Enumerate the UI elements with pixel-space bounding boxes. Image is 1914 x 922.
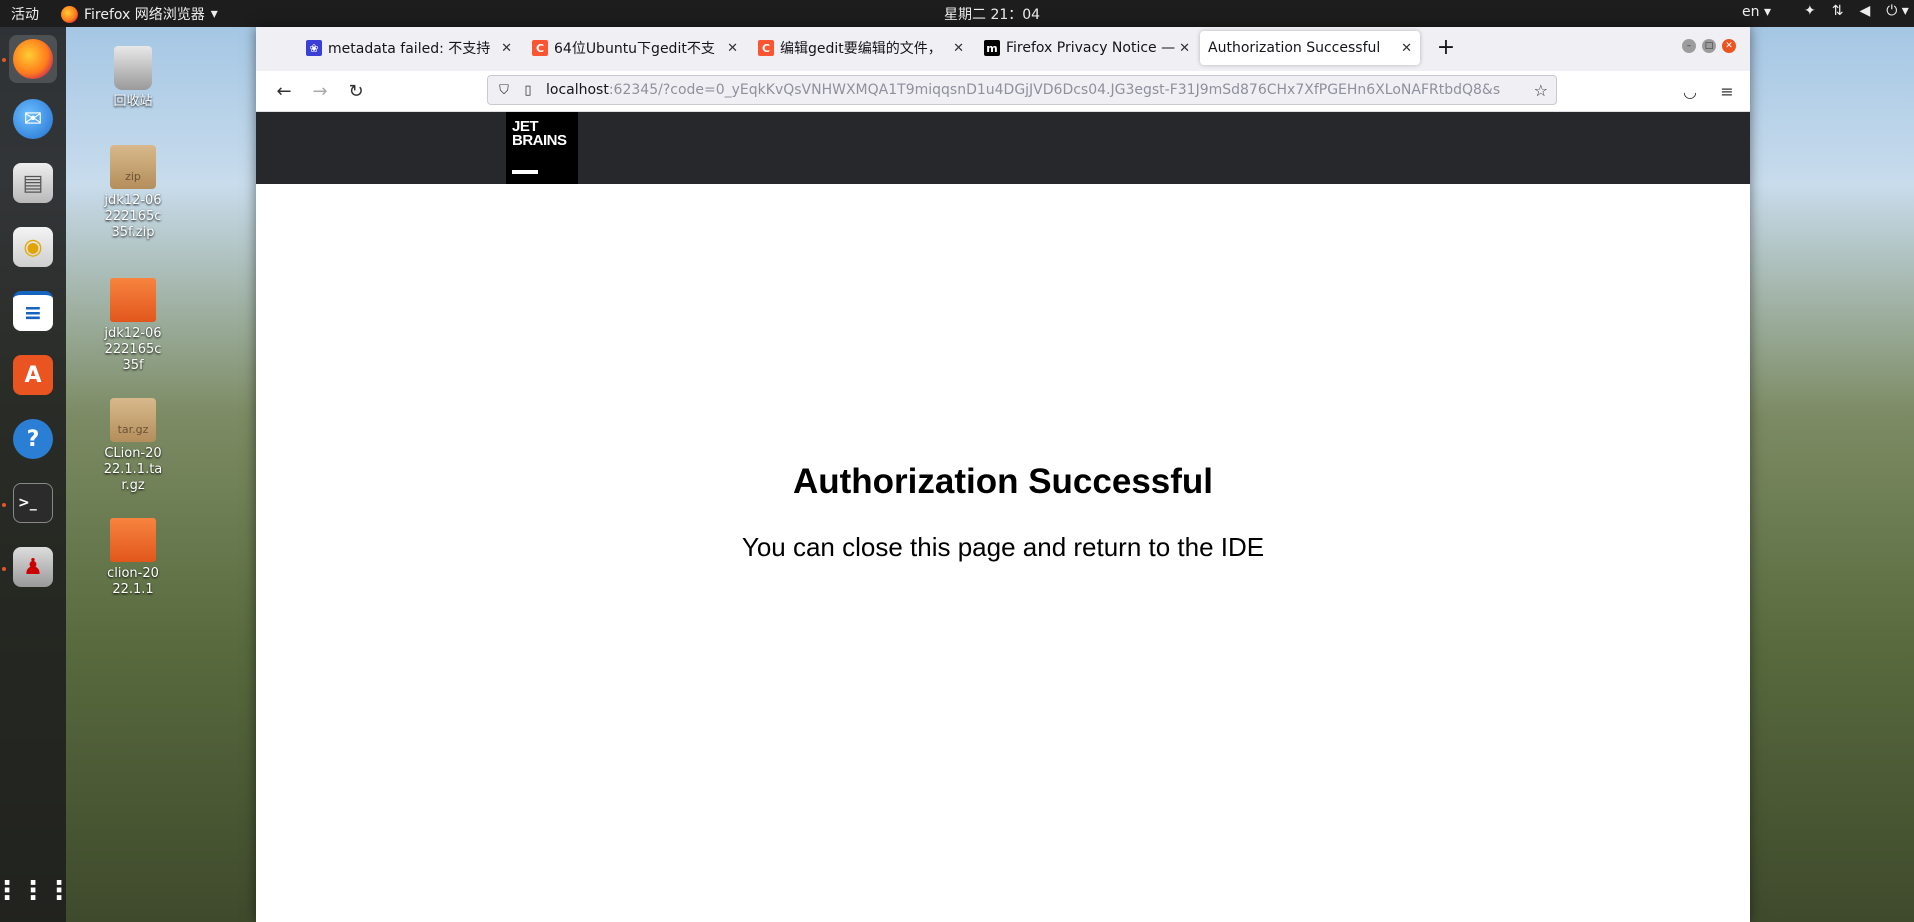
dock-terminal[interactable]: >_ [9,479,57,527]
new-tab-button[interactable]: + [1432,33,1460,61]
forward-button[interactable]: → [308,79,332,103]
running-indicator [2,567,6,571]
desktop-icon-label: jdk12-06222165c35f.zip [104,193,162,240]
software-center-icon: A [13,355,53,395]
firefox-icon [61,5,78,23]
tab-privacy-notice[interactable]: m Firefox Privacy Notice — ✕ [976,31,1198,65]
page-icon[interactable]: ▯ [520,82,536,98]
dock-rhythmbox[interactable]: ◉ [9,223,57,271]
jetbrains-header: JET BRAINS [256,112,1750,184]
back-button[interactable]: ← [272,79,296,103]
terminal-icon: >_ [13,483,53,523]
dock-firefox[interactable] [9,35,57,83]
desktop-icon-label: jdk12-06222165c35f [104,326,162,373]
tab-authorization-successful[interactable]: Authorization Successful ✕ [1200,31,1420,65]
tab-strip: ❀ metadata failed: 不支持 ✕ C 64位Ubuntu下ged… [256,27,1750,71]
close-icon[interactable]: ✕ [501,41,512,56]
desktop-icon-label: CLion-2022.1.1.tar.gz [103,446,163,493]
archive-icon: zip [110,145,156,189]
reload-button[interactable]: ↻ [344,79,368,103]
language-label: en [1742,4,1760,20]
desktop-icon-trash[interactable]: 回收站 [88,46,178,110]
files-icon: ▤ [13,163,53,203]
folder-icon [110,278,156,322]
tab-gedit-ubuntu[interactable]: C 64位Ubuntu下gedit不支 ✕ [524,31,746,65]
close-window-button[interactable]: ✕ [1722,39,1736,53]
jetbrains-logo[interactable]: JET BRAINS [506,112,578,184]
bookmark-star-icon[interactable]: ☆ [1534,81,1548,100]
trash-icon [114,46,152,90]
close-icon[interactable]: ✕ [1401,41,1412,56]
running-indicator [2,503,6,507]
dock-clion-installer[interactable]: ♟ [9,543,57,591]
app-grid-icon: ⋮⋮⋮ [0,876,72,906]
firefox-window: ❀ metadata failed: 不支持 ✕ C 64位Ubuntu下ged… [256,27,1750,922]
network-icon[interactable]: ⇅ [1832,3,1844,19]
clock[interactable]: 星期二 21：04 [944,4,1040,24]
dock-writer[interactable]: ≡ [9,287,57,335]
dock-files[interactable]: ▤ [9,159,57,207]
csdn-icon: C [532,40,548,56]
dock-thunderbird[interactable]: ✉ [9,95,57,143]
tab-edit-gedit[interactable]: C 编辑gedit要编辑的文件， ✕ [750,31,972,65]
java-duke-icon: ♟ [13,547,53,587]
page-content: JET BRAINS Authorization Successful You … [256,112,1750,922]
baidu-icon: ❀ [306,40,322,56]
desktop-icon-label: clion-2022.1.1 [107,566,159,597]
url-bar[interactable]: ⛉ ▯ localhost:62345/?code=0_yEqkKvQsVNHW… [487,75,1557,105]
page-subtitle: You can close this page and return to th… [741,532,1265,562]
accessibility-icon[interactable]: ✦ [1804,3,1816,19]
rhythmbox-icon: ◉ [13,227,53,267]
running-indicator [2,58,6,62]
desktop-icon-label: 回收站 [113,94,153,109]
desktop-icon-jdk-zip[interactable]: zip jdk12-06222165c35f.zip [88,145,178,241]
close-icon[interactable]: ✕ [727,41,738,56]
app-menu-label: Firefox 网络浏览器 [84,7,205,23]
dock-help[interactable]: ? [9,415,57,463]
csdn-icon: C [758,40,774,56]
activities-button[interactable]: 活动 [11,4,39,24]
chevron-down-icon: ▾ [210,6,218,22]
url-text[interactable]: localhost:62345/?code=0_yEqkKvQsVNHWXMQA… [546,82,1526,98]
page-title: Authorization Successful [792,462,1214,501]
desktop-icon-jdk-folder[interactable]: jdk12-06222165c35f [88,278,178,374]
app-menu[interactable]: Firefox 网络浏览器 ▾ [61,4,218,24]
thunderbird-icon: ✉ [13,99,53,139]
maximize-button[interactable]: □ [1702,39,1716,53]
navigation-toolbar: ← → ↻ ⛉ ▯ localhost:62345/?code=0_yEqkKv… [256,71,1750,112]
folder-icon [110,518,156,562]
libreoffice-writer-icon: ≡ [13,291,53,331]
tracking-protection-shield-icon[interactable]: ⛉ [496,82,512,98]
system-tray[interactable]: ✦ ⇅ ◀ ⏻ ▾ [1804,3,1909,19]
power-icon[interactable]: ⏻ ▾ [1886,3,1909,19]
dock-software[interactable]: A [9,351,57,399]
desktop-icon-clion-folder[interactable]: clion-2022.1.1 [88,518,178,598]
pocket-icon[interactable]: ◡ [1679,80,1701,102]
hamburger-menu-icon[interactable]: ≡ [1716,80,1738,102]
tab-metadata-failed[interactable]: ❀ metadata failed: 不支持 ✕ [298,31,520,65]
top-panel: 活动 Firefox 网络浏览器 ▾ 星期二 21：04 en ▾ ✦ ⇅ ◀ … [0,0,1914,27]
window-controls: – □ ✕ [1682,39,1736,53]
volume-icon[interactable]: ◀ [1859,3,1870,19]
archive-icon: tar.gz [110,398,156,442]
close-icon[interactable]: ✕ [953,41,964,56]
show-applications-button[interactable]: ⋮⋮⋮ [0,867,72,915]
minimize-button[interactable]: – [1682,39,1696,53]
desktop-icon-clion-targz[interactable]: tar.gz CLion-2022.1.1.tar.gz [88,398,178,494]
close-icon[interactable]: ✕ [1179,41,1190,56]
mozilla-icon: m [984,40,1000,56]
firefox-icon [13,39,53,79]
input-language-indicator[interactable]: en ▾ [1742,4,1771,20]
help-icon: ? [13,419,53,459]
dock: ✉ ▤ ◉ ≡ A ? >_ ♟ ⋮⋮⋮ [0,27,72,922]
